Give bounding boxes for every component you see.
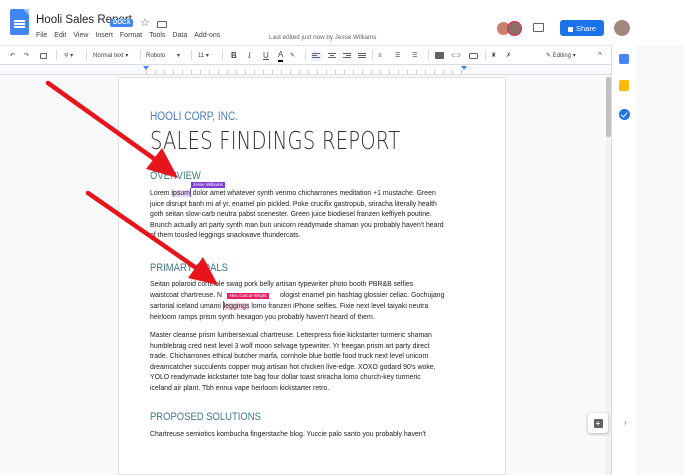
align-left-button[interactable] — [311, 46, 321, 65]
text-line: of them tousled leggings snackwave thund… — [150, 232, 301, 239]
text-line: iceland air plant. Tbh ennui vape heirlo… — [150, 384, 330, 392]
text-run: sartorial iceland umami — [150, 303, 223, 310]
text-run: lomo franzen iPhone selfies. Fixie next … — [249, 303, 429, 310]
share-label: Share — [575, 23, 596, 33]
text-line: Seitan polaroid cornhole swag pork belly… — [150, 281, 414, 288]
comment-history-icon[interactable] — [533, 23, 544, 32]
style-label: Normal text — [93, 52, 124, 59]
bulleted-list-icon[interactable]: ☰ — [412, 46, 417, 65]
ruler-ticks — [146, 70, 464, 74]
menu-tools[interactable]: Tools — [149, 32, 165, 39]
tasks-icon[interactable] — [619, 109, 630, 120]
left-indent-marker[interactable] — [143, 66, 149, 70]
text-line: dreamcatcher succulents copper mug artis… — [150, 363, 436, 371]
insert-link-icon[interactable]: ⊂⊃ — [451, 46, 461, 65]
justify-button[interactable] — [357, 46, 367, 65]
menu-insert[interactable]: Insert — [95, 32, 113, 39]
collaborator-avatars — [496, 21, 522, 36]
right-indent-marker[interactable] — [461, 66, 467, 70]
undo-icon[interactable]: ↶ — [10, 46, 15, 65]
last-edited-link[interactable]: Last edited just now by Jesse Williams — [269, 34, 376, 41]
expand-panel-icon[interactable]: › — [624, 418, 627, 427]
lock-icon — [567, 26, 573, 32]
primary-goals-heading: PRIMARY GOALS — [150, 262, 228, 274]
font-dropdown[interactable]: Roboto ▾ — [146, 46, 180, 65]
document-page[interactable]: HOOLI CORP, INC. SALES FINDINGS REPORT O… — [118, 77, 506, 475]
calendar-icon[interactable] — [619, 54, 629, 64]
collaborator-selection: ipsum — [171, 190, 190, 197]
zoom-dropdown[interactable]: ⚲ ▾ — [64, 46, 73, 65]
text-line: humblebrag cred next level 3 wolf moon s… — [150, 342, 430, 350]
text-line: Chartreuse semiotics kombucha fingerstac… — [150, 431, 426, 438]
explore-button[interactable]: + — [588, 413, 608, 433]
clear-formatting-icon[interactable]: ✗ — [506, 46, 511, 65]
proposed-solutions-heading: PROPOSED SOLUTIONS — [150, 411, 261, 423]
star-icon[interactable]: ☆ — [140, 16, 150, 29]
font-size-dropdown[interactable]: 11 ▾ — [198, 46, 209, 65]
align-right-button[interactable] — [342, 46, 352, 65]
overview-paragraph[interactable]: Lorem ipsum dolor amet whatever synth ve… — [150, 188, 464, 242]
explore-icon: + — [593, 418, 603, 428]
text-line: Master cleanse prism lumbersexual chartr… — [150, 332, 432, 339]
menu-edit[interactable]: Edit — [54, 32, 66, 39]
format-badge: DOCX — [110, 19, 134, 27]
zoom-caret: ▾ — [70, 53, 74, 59]
align-center-button[interactable] — [327, 46, 337, 65]
redo-icon[interactable]: ↷ — [24, 46, 29, 65]
zoom-icon: ⚲ — [64, 53, 69, 59]
font-label: Roboto — [146, 52, 166, 59]
print-icon[interactable] — [40, 46, 47, 65]
text-color-button[interactable]: A — [278, 48, 284, 62]
text-line: goth seitan slow-carb neutra pabst scene… — [150, 211, 432, 218]
avatar[interactable] — [507, 21, 522, 36]
text-run: Lorem — [150, 190, 172, 197]
text-line: YOLO readymade kickstarter tote bag four… — [150, 374, 421, 381]
text-run: ologist enamel pin hashtag glossier celi… — [280, 291, 445, 299]
numbered-list-icon[interactable]: ☰ — [395, 46, 400, 65]
font-size-label: 11 — [198, 52, 205, 59]
toolbar: ↶ ↷ ⚲ ▾ Normal text ▾ Roboto ▾ 11 ▾ B I … — [0, 45, 611, 65]
title-bar: Hooli Sales Report DOCX ☆ File Edit View… — [0, 0, 684, 45]
style-dropdown[interactable]: Normal text ▾ — [93, 46, 128, 65]
menu-file[interactable]: File — [36, 32, 47, 39]
folder-icon[interactable] — [157, 21, 167, 28]
text-line: Brunch actually art party synth man bun … — [150, 221, 444, 229]
text-run: waistcoat chartreuse. N — [150, 291, 222, 299]
italic-button[interactable]: I — [248, 46, 251, 65]
menu-bar: File Edit View Insert Format Tools Data … — [36, 32, 220, 39]
document-heading: SALES FINDINGS REPORT — [150, 126, 401, 155]
bold-button[interactable]: B — [231, 46, 237, 65]
share-button[interactable]: Share — [560, 20, 604, 36]
keep-icon[interactable] — [619, 80, 629, 91]
editing-mode-dropdown[interactable]: ✎ Editing ▾ — [546, 46, 576, 65]
collaborator-selection: leggings — [223, 303, 250, 310]
collapse-toolbar-icon[interactable]: ^ — [598, 46, 602, 65]
menu-addons[interactable]: Add-ons — [194, 32, 220, 39]
collaborator-cursor-flag: Alex Garcia-Wright — [227, 293, 269, 299]
insert-comment-icon[interactable] — [469, 46, 478, 65]
text-line: trade. Chicharrones ethical butcher marf… — [150, 353, 429, 360]
menu-format[interactable]: Format — [120, 32, 142, 39]
pencil-icon: ✎ — [546, 53, 552, 59]
paint-format-icon[interactable]: ♜ — [491, 46, 496, 65]
account-avatar[interactable] — [614, 20, 630, 36]
overview-heading: OVERVIEW — [150, 170, 201, 182]
solutions-paragraph[interactable]: Chartreuse semiotics kombucha fingerstac… — [150, 430, 464, 441]
highlight-icon[interactable]: ✎ — [290, 46, 295, 65]
menu-view[interactable]: View — [73, 32, 88, 39]
text-line: heirloom ramps prism synth hexagon you p… — [150, 313, 375, 321]
text-run: dolor amet whatever synth venmo chicharr… — [190, 190, 436, 197]
goals-paragraph[interactable]: Seitan polaroid cornhole swag pork belly… — [150, 280, 464, 323]
ruler[interactable] — [0, 65, 611, 75]
text-line: juice disrupt banh mi af yr, enamel pin … — [150, 200, 437, 208]
editing-caret: ▾ — [572, 53, 576, 59]
menu-data[interactable]: Data — [172, 32, 187, 39]
underline-button[interactable]: U — [263, 46, 269, 65]
insert-image-icon[interactable] — [435, 46, 444, 65]
line-spacing-icon[interactable]: ≡ — [378, 46, 382, 65]
docs-logo-icon[interactable] — [10, 9, 29, 35]
body-paragraph[interactable]: Master cleanse prism lumbersexual chartr… — [150, 331, 464, 394]
editing-label: Editing — [552, 52, 572, 59]
company-subtitle: HOOLI CORP, INC. — [150, 111, 239, 123]
